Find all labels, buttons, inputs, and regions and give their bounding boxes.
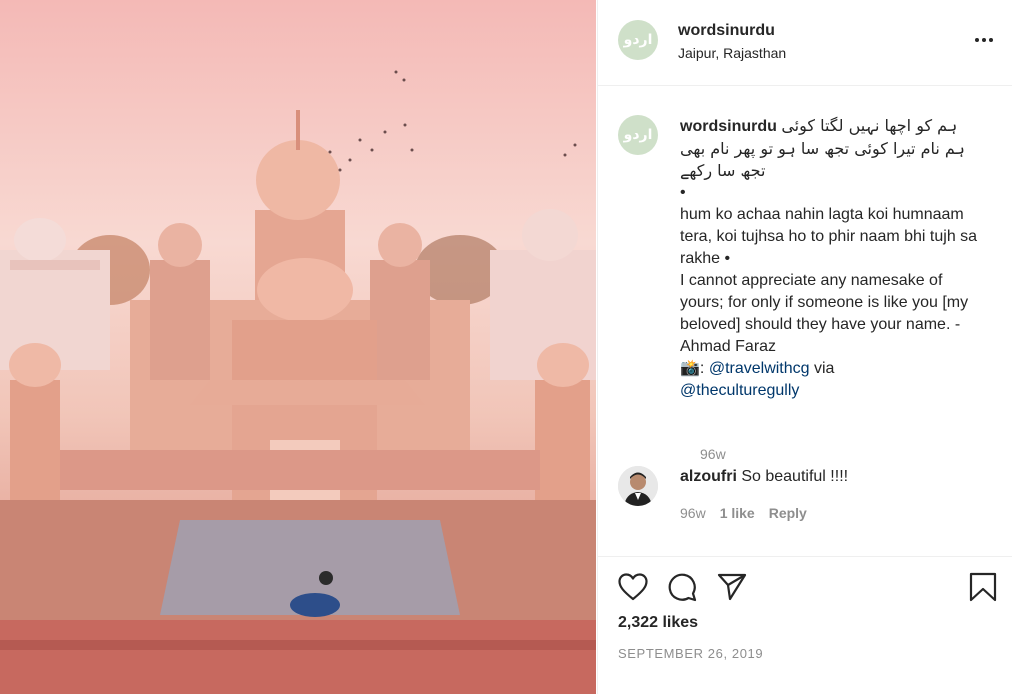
post-side-panel: اردو wordsinurdu Jaipur, Rajasthan اردو … [597,0,1012,694]
location-link[interactable]: Jaipur, Rajasthan [678,45,786,61]
caption-timestamp[interactable]: 96w [700,446,726,462]
caption-urdu-line-3: تجھ سا رکھے [680,161,766,180]
header-username[interactable]: wordsinurdu [678,22,775,40]
comment-likes[interactable]: 1 like [720,505,755,521]
heart-icon[interactable] [618,573,648,606]
comment-avatar[interactable] [618,466,658,506]
caption-english: I cannot appreciate any namesake of your… [680,272,969,355]
caption-avatar[interactable]: اردو [618,115,658,155]
mention-link[interactable]: @theculturegully [680,382,799,399]
reply-button[interactable]: Reply [769,505,807,521]
comment-timestamp[interactable]: 96w [680,505,706,521]
comments-section: اردو wordsinurdu ہم کو اچھا نہیں لگتا کو… [598,87,1012,555]
post-date[interactable]: SEPTEMBER 26, 2019 [618,646,763,661]
likes-count[interactable]: 2,322 likes [618,614,698,632]
avatar[interactable]: اردو [618,20,658,60]
photo-illustration [0,0,596,694]
camera-emoji: 📸: [680,360,705,377]
comment-meta: 96w 1 like Reply [680,505,807,521]
bookmark-icon[interactable] [969,572,997,607]
comment-body: So beautiful !!!! [741,468,849,485]
caption-text: wordsinurdu ہم کو اچھا نہیں لگتا کوئی ہم… [680,115,990,402]
more-options-icon[interactable] [972,30,996,50]
mention-link[interactable]: @travelwithcg [709,360,810,377]
user-photo-icon [618,466,658,506]
caption-bullet: • [680,184,686,201]
caption-username[interactable]: wordsinurdu [680,118,777,135]
post-photo[interactable] [0,0,596,694]
caption-urdu-line-2: ہم نام تیرا کوئی تجھ سا ہو تو پھر نام بھ… [680,139,965,158]
caption-urdu-line-1: ہم کو اچھا نہیں لگتا کوئی [781,116,958,135]
comment-username[interactable]: alzoufri [680,468,737,485]
comment-icon[interactable] [667,572,697,607]
comment-text: alzoufri So beautiful !!!! [680,468,848,486]
post-actions: 2,322 likes SEPTEMBER 26, 2019 [598,556,1012,694]
paper-plane-icon[interactable] [717,573,747,606]
caption-roman: hum ko achaa nahin lagta koi humnaam ter… [680,206,978,267]
caption-via: via [814,360,835,377]
post-header: اردو wordsinurdu Jaipur, Rajasthan [598,0,1012,86]
